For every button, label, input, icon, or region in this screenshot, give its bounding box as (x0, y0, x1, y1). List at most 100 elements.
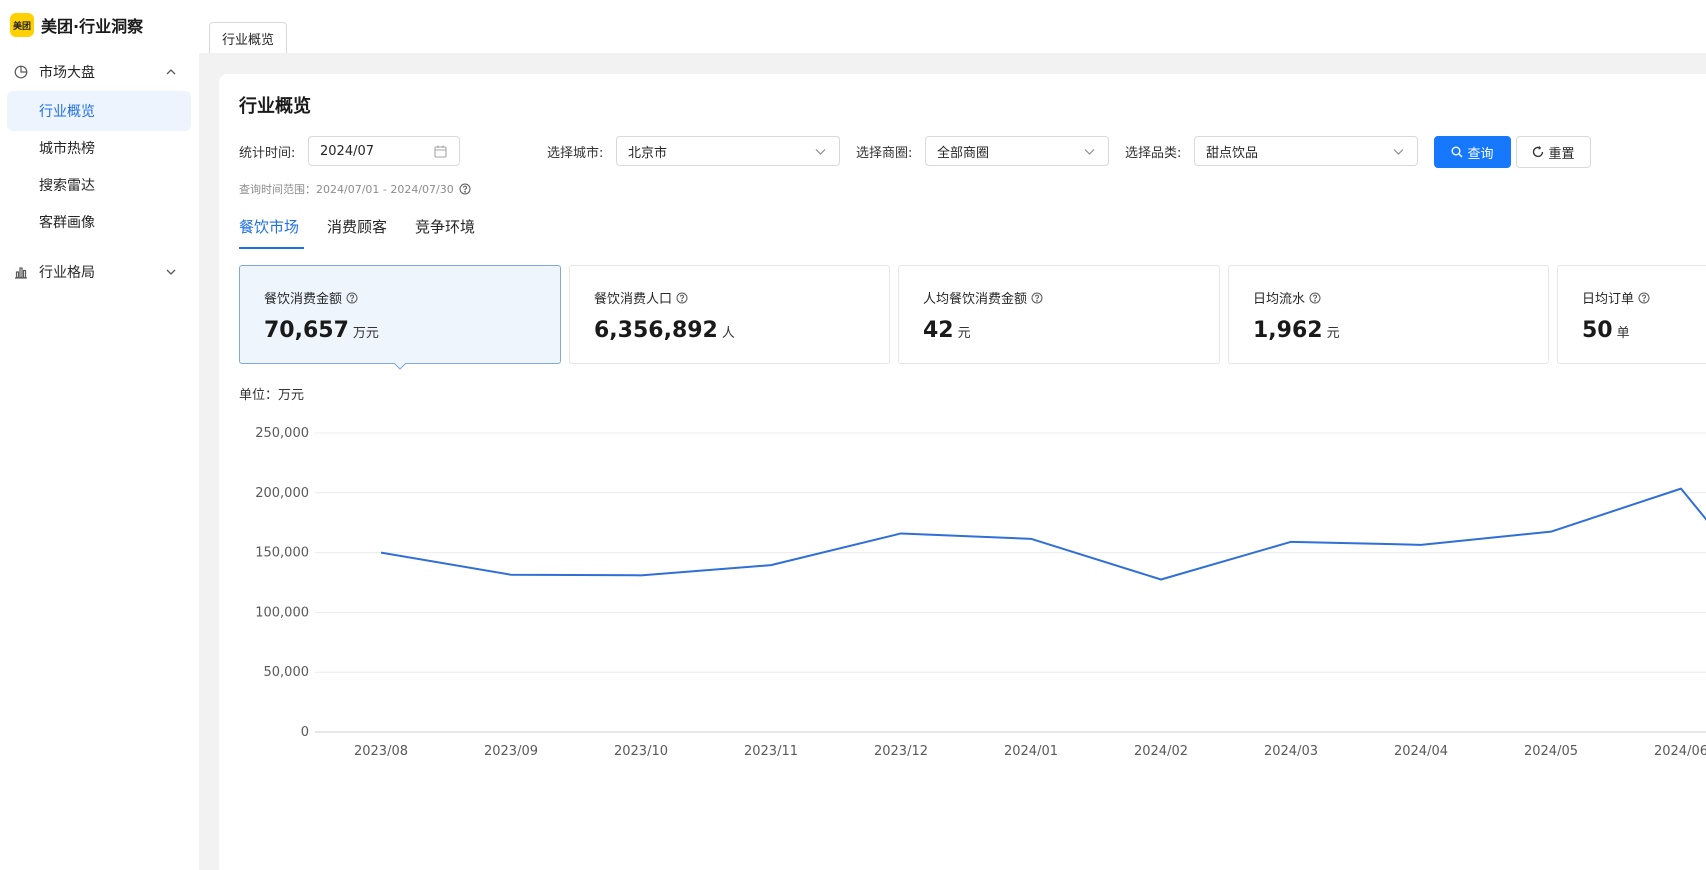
query-button[interactable]: 查询 (1434, 136, 1511, 168)
reset-button[interactable]: 重置 (1516, 136, 1591, 168)
y-tick-label: 50,000 (264, 665, 310, 680)
chevron-down-icon (166, 269, 176, 275)
kpi-unit: 元 (1326, 326, 1340, 341)
sidebar-item-city-ranking[interactable]: 城市热榜 (7, 128, 191, 168)
brand[interactable]: 美团 美团·行业洞察 (10, 12, 143, 38)
question-circle-icon[interactable] (1031, 292, 1043, 304)
time-value: 2024/07 (320, 143, 375, 159)
district-value: 全部商圈 (937, 145, 990, 161)
calendar-icon (434, 145, 447, 158)
kpi-label: 人均餐饮消费金额 (923, 288, 1043, 307)
kpi-label-text: 日均订单 (1582, 292, 1635, 307)
kpi-label: 餐饮消费人口 (594, 288, 688, 307)
reload-icon (1533, 146, 1544, 158)
x-tick-label: 2024/01 (1004, 744, 1058, 759)
question-circle-icon[interactable] (459, 183, 471, 195)
kpi-card-daily-revenue[interactable]: 日均流水 1,962 元 (1228, 265, 1549, 364)
time-picker[interactable]: 2024/07 (308, 136, 460, 166)
kpi-value: 50 单 (1582, 318, 1630, 343)
kpi-unit: 元 (957, 326, 971, 341)
kpi-value: 1,962 元 (1253, 318, 1340, 343)
y-tick-label: 100,000 (255, 605, 309, 620)
sidebar-item-label: 城市热榜 (39, 141, 95, 157)
x-tick-label: 2024/03 (1264, 744, 1318, 759)
kpi-unit: 单 (1616, 326, 1630, 341)
sidebar-item-overview[interactable]: 行业概览 (7, 91, 191, 131)
x-tick-label: 2023/11 (744, 744, 798, 759)
kpi-label: 日均订单 (1582, 288, 1650, 307)
x-tick-label: 2024/06 (1654, 744, 1706, 759)
sidebar-item-customer-profile[interactable]: 客群画像 (7, 202, 191, 242)
category-label: 选择品类: (1125, 146, 1182, 161)
sidebar-group-industry[interactable]: 行业格局 (0, 252, 199, 292)
x-tick-label: 2023/09 (484, 744, 538, 759)
query-button-label: 查询 (1467, 146, 1494, 162)
question-circle-icon[interactable] (1638, 292, 1650, 304)
query-range: 查询时间范围：2024/07/01 - 2024/07/30 (239, 181, 471, 197)
x-tick-label: 2024/05 (1524, 744, 1578, 759)
series-line (380, 487, 1706, 581)
city-value: 北京市 (628, 145, 668, 161)
kpi-number: 50 (1582, 318, 1613, 343)
kpi-card-catering-population[interactable]: 餐饮消费人口 6,356,892 人 (569, 265, 890, 364)
tab-catering-market[interactable]: 餐饮市场 (239, 216, 299, 237)
sidebar-item-label: 客群画像 (39, 215, 95, 231)
kpi-value: 42 元 (923, 318, 971, 343)
tab-consumers[interactable]: 消费顾客 (327, 216, 387, 237)
pie-chart-icon (14, 65, 28, 79)
sidebar-item-search-radar[interactable]: 搜索雷达 (7, 165, 191, 205)
district-label: 选择商圈: (856, 146, 913, 161)
kpi-label: 餐饮消费金额 (264, 288, 358, 307)
page-title: 行业概览 (239, 96, 311, 117)
kpi-number: 1,962 (1253, 318, 1323, 343)
city-label: 选择城市: (547, 146, 604, 161)
kpi-card-per-capita-spend[interactable]: 人均餐饮消费金额 42 元 (898, 265, 1220, 364)
line-chart: 0 50,000 100,000 150,000 200,000 250,000 2023/… (255, 426, 1706, 759)
x-tick-label: 2024/04 (1394, 744, 1448, 759)
district-select[interactable]: 全部商圈 (925, 136, 1109, 166)
active-tab-indicator (239, 247, 304, 249)
x-tick-label: 2023/12 (874, 744, 928, 759)
kpi-unit: 万元 (352, 326, 379, 341)
chevron-down-icon (1393, 149, 1404, 155)
bar-chart-icon (15, 267, 27, 279)
sidebar-group-market[interactable]: 市场大盘 (0, 52, 199, 92)
question-circle-icon[interactable] (346, 292, 358, 304)
kpi-label-text: 日均流水 (1253, 292, 1306, 307)
sidebar-group-label: 市场大盘 (39, 65, 95, 81)
kpi-card-catering-spend[interactable]: 餐饮消费金额 70,657 万元 (239, 265, 561, 364)
kpi-value: 6,356,892 人 (594, 318, 735, 343)
tab-industry-overview[interactable]: 行业概览 (209, 22, 288, 53)
time-label: 统计时间: (239, 146, 296, 161)
x-tick-label: 2023/08 (354, 744, 408, 759)
kpi-card-daily-orders[interactable]: 日均订单 50 单 (1557, 265, 1706, 364)
sidebar-group-label: 行业格局 (39, 265, 95, 281)
kpi-label-text: 餐饮消费人口 (594, 292, 673, 307)
kpi-unit: 人 (721, 326, 735, 341)
sidebar: 美团 美团·行业洞察 市场大盘 行业概览 城市热榜 搜索雷达 客群画像 行业格局 (0, 0, 200, 870)
sidebar-item-label: 搜索雷达 (39, 178, 95, 194)
sidebar-item-label: 行业概览 (39, 104, 95, 120)
city-select[interactable]: 北京市 (616, 136, 840, 166)
chevron-up-icon (166, 69, 176, 75)
y-tick-label: 150,000 (255, 546, 309, 561)
tab-competition[interactable]: 竞争环境 (415, 216, 475, 237)
y-tick-label: 200,000 (255, 486, 309, 501)
meituan-logo-icon: 美团 (10, 13, 34, 37)
kpi-active-pointer (394, 363, 406, 370)
query-range-text: 查询时间范围：2024/07/01 - 2024/07/30 (239, 183, 454, 196)
category-value: 甜点饮品 (1206, 145, 1259, 161)
question-circle-icon[interactable] (1309, 292, 1321, 304)
y-tick-label: 0 (301, 725, 309, 740)
reset-button-label: 重置 (1548, 146, 1575, 162)
y-tick-label: 250,000 (255, 426, 309, 441)
question-circle-icon[interactable] (676, 292, 688, 304)
x-tick-label: 2024/02 (1134, 744, 1188, 759)
category-select[interactable]: 甜点饮品 (1194, 136, 1418, 166)
chevron-down-icon (1084, 149, 1095, 155)
kpi-value: 70,657 万元 (264, 318, 379, 343)
x-tick-label: 2023/10 (614, 744, 668, 759)
search-icon (1451, 146, 1463, 158)
kpi-label: 日均流水 (1253, 288, 1321, 307)
kpi-number: 6,356,892 (594, 318, 718, 343)
